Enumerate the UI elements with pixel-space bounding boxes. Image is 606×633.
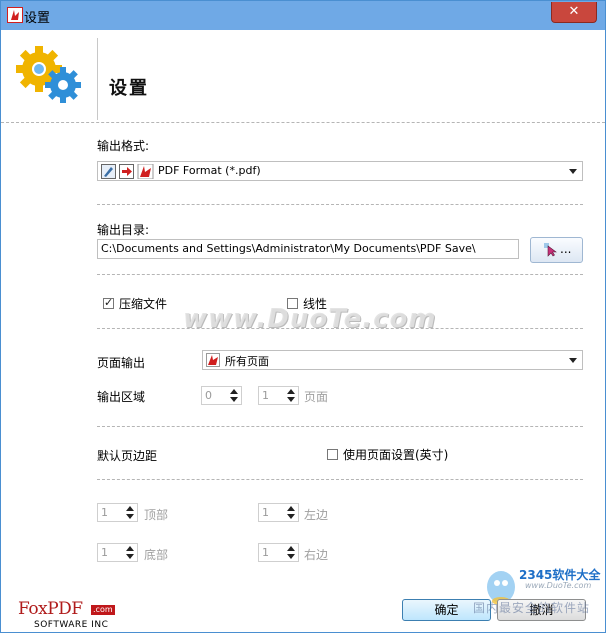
margin-bottom-label: 底部 xyxy=(144,548,169,562)
spin-up-icon[interactable] xyxy=(287,389,295,394)
foxpdf-logo-sub: SOFTWARE INC xyxy=(34,620,109,630)
chevron-down-icon xyxy=(569,169,577,174)
spin-down-icon[interactable] xyxy=(287,554,295,559)
spin-down-icon[interactable] xyxy=(287,514,295,519)
range-to-value: 1 xyxy=(262,389,269,402)
browse-cursor-icon xyxy=(544,243,557,257)
spin-up-icon[interactable] xyxy=(126,506,134,511)
header-divider xyxy=(97,38,98,120)
page-output-value: 所有页面 xyxy=(225,355,269,368)
settings-dialog: 设置 ✕ 设置 输出格式: PDF Format (*.pdf) 输出目录: C… xyxy=(0,0,606,633)
range-from-stepper[interactable]: 0 xyxy=(201,386,242,405)
output-format-value: PDF Format (*.pdf) xyxy=(158,164,261,177)
spin-down-icon[interactable] xyxy=(287,397,295,402)
use-page-settings-label: 使用页面设置(英寸) xyxy=(343,448,449,462)
header-panel: 设置 xyxy=(1,30,605,122)
output-range-label: 输出区域 xyxy=(97,390,146,404)
margin-top-stepper[interactable]: 1 xyxy=(97,503,138,522)
spin-up-icon[interactable] xyxy=(287,546,295,551)
margin-left-stepper[interactable]: 1 xyxy=(258,503,299,522)
foxpdf-logo: FoxPDF xyxy=(18,599,83,619)
output-format-select[interactable]: PDF Format (*.pdf) xyxy=(97,161,583,181)
spin-up-icon[interactable] xyxy=(126,546,134,551)
site-watermark-tagline: 国内最安全的软件站 xyxy=(473,601,591,615)
margin-right-label: 右边 xyxy=(304,548,329,562)
margin-bottom-stepper[interactable]: 1 xyxy=(97,543,138,562)
divider xyxy=(97,274,583,275)
browse-button[interactable]: ... xyxy=(530,237,583,263)
pdf-app-icon xyxy=(7,7,23,23)
use-page-settings-checkbox[interactable] xyxy=(327,449,338,460)
divider xyxy=(97,426,583,427)
compress-checkbox[interactable] xyxy=(103,296,114,309)
title-bar[interactable]: 设置 ✕ xyxy=(1,1,605,30)
site-watermark-url: www.DuoTe.com xyxy=(525,581,592,590)
margin-bottom-value: 1 xyxy=(101,546,108,559)
page-output-label: 页面输出 xyxy=(97,356,146,370)
spin-up-icon[interactable] xyxy=(287,506,295,511)
margin-right-stepper[interactable]: 1 xyxy=(258,543,299,562)
margin-top-label: 顶部 xyxy=(144,508,169,522)
margin-top-value: 1 xyxy=(101,506,108,519)
range-from-value: 0 xyxy=(205,389,212,402)
spin-down-icon[interactable] xyxy=(230,397,238,402)
range-to-stepper[interactable]: 1 xyxy=(258,386,299,405)
margin-right-value: 1 xyxy=(262,546,269,559)
margin-left-label: 左边 xyxy=(304,508,329,522)
spin-down-icon[interactable] xyxy=(126,514,134,519)
divider xyxy=(1,122,605,123)
output-dir-input[interactable]: C:\Documents and Settings\Administrator\… xyxy=(97,239,519,259)
duote-watermark: www.DuoTe.com xyxy=(183,304,437,334)
divider xyxy=(97,204,583,205)
output-format-label: 输出格式: xyxy=(97,139,150,153)
foxpdf-logo-domain: .com xyxy=(91,605,115,615)
spin-down-icon[interactable] xyxy=(126,554,134,559)
page-title: 设置 xyxy=(109,78,149,99)
compress-label: 压缩文件 xyxy=(119,297,168,311)
browse-ellipsis: ... xyxy=(560,242,572,256)
output-dir-label: 输出目录: xyxy=(97,223,150,237)
window-title: 设置 xyxy=(24,11,51,26)
close-button[interactable]: ✕ xyxy=(551,2,597,23)
spin-up-icon[interactable] xyxy=(230,389,238,394)
divider xyxy=(97,479,583,480)
default-margins-label: 默认页边距 xyxy=(97,449,158,463)
range-unit-label: 页面 xyxy=(304,390,329,404)
gears-icon xyxy=(16,46,81,103)
page-output-select[interactable]: 所有页面 xyxy=(202,350,583,370)
pdf-page-icon xyxy=(206,353,220,367)
margin-left-value: 1 xyxy=(262,506,269,519)
chevron-down-icon xyxy=(569,358,577,363)
pdf-format-icons xyxy=(101,164,154,179)
